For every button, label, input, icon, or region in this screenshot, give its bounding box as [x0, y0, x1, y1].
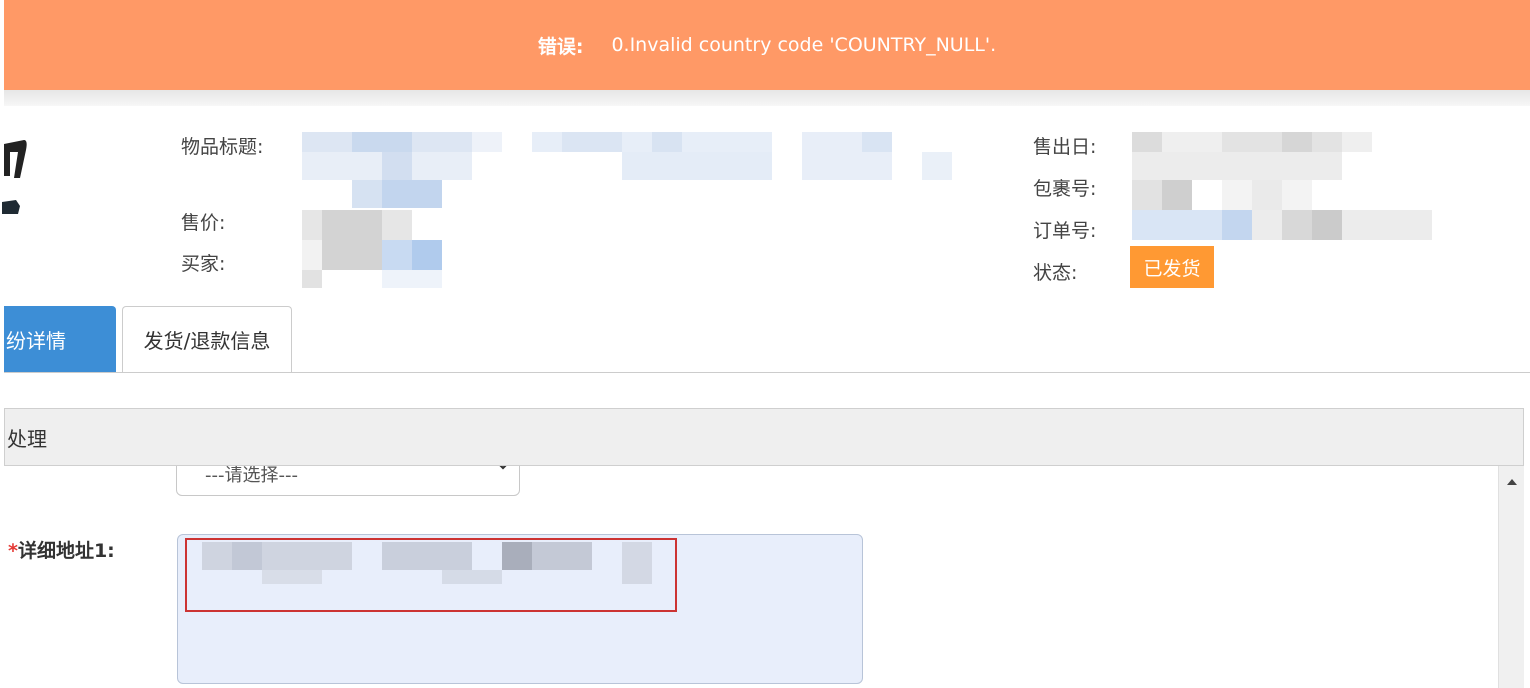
sold-date-label: 售出日: — [1033, 136, 1097, 158]
buyer-label: 买家: — [181, 253, 226, 275]
panel-title: 处理 — [7, 426, 47, 451]
error-label: 错误: — [537, 35, 584, 58]
product-thumbnail[interactable] — [0, 130, 40, 230]
tab-shipping-refund-info[interactable]: 发货/退款信息 — [122, 306, 292, 372]
address1-label: *详细地址1: — [8, 536, 115, 563]
tab-shipping-refund-info-label: 发货/退款信息 — [143, 329, 271, 353]
tabs-divider — [4, 372, 1530, 373]
error-highlight-outline — [185, 538, 677, 612]
price-label: 售价: — [181, 212, 226, 234]
status-label: 状态: — [1033, 262, 1078, 284]
panel-header: 处理 — [4, 408, 1524, 466]
address1-label-text: 详细地址1: — [17, 540, 115, 562]
scroll-up-arrow-icon[interactable] — [1499, 470, 1525, 494]
item-title-label: 物品标题: — [181, 136, 264, 158]
tab-dispute-details-label: 纷详情 — [6, 328, 66, 353]
page: 错误: 0.Invalid country code 'COUNTRY_NULL… — [0, 0, 1530, 688]
order-number-label: 订单号: — [1033, 220, 1097, 242]
scroll-track[interactable] — [1501, 496, 1521, 688]
error-banner: 错误: 0.Invalid country code 'COUNTRY_NULL… — [4, 0, 1530, 90]
scrollbar[interactable] — [1498, 466, 1524, 688]
package-number-label: 包裹号: — [1033, 178, 1097, 200]
required-mark: * — [8, 540, 18, 562]
status-badge: 已发货 — [1130, 246, 1214, 288]
tab-dispute-details[interactable]: 纷详情 — [4, 306, 116, 372]
error-message: 0.Invalid country code 'COUNTRY_NULL'. — [611, 34, 997, 56]
banner-shadow — [4, 90, 1530, 106]
